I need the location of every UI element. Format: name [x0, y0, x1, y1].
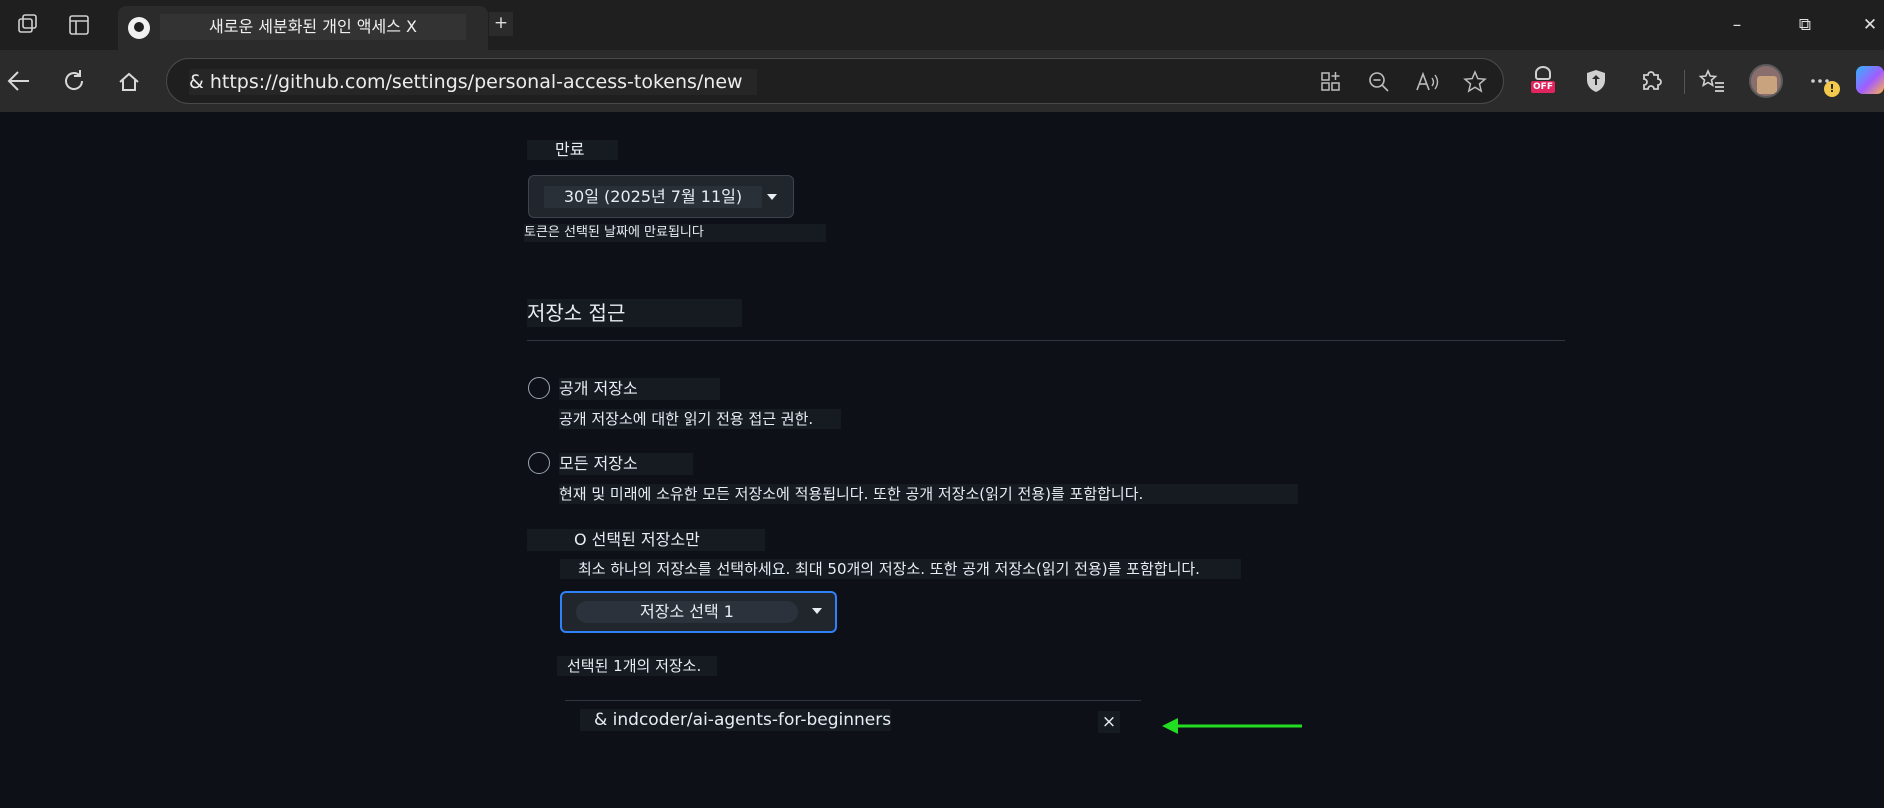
favorites-icon[interactable] [1697, 66, 1727, 96]
extensions-puzzle-icon[interactable] [1636, 66, 1666, 96]
favorite-star-icon[interactable] [1462, 69, 1488, 95]
zoom-out-icon[interactable] [1366, 69, 1392, 95]
repo-list-divider [565, 700, 1141, 701]
vertical-tabs-icon[interactable] [66, 12, 92, 38]
selected-repo-item: & indcoder/ai-agents-for-beginners [580, 709, 891, 731]
page-content: 만료 30일 (2025년 7월 11일) 토큰은 선택된 날짜에 만료됩니다 … [0, 112, 1884, 808]
restore-button[interactable]: ⧉ [1785, 10, 1825, 40]
github-icon [128, 17, 150, 39]
remove-repo-button[interactable]: × [1098, 711, 1120, 733]
select-repositories-label: 저장소 선택 1 [576, 601, 798, 623]
option-selected-desc: 최소 하나의 저장소를 선택하세요. 최대 50개의 저장소. 또한 공개 저장… [560, 559, 1241, 579]
caret-down-icon [767, 194, 777, 200]
expiration-help-text: 토큰은 선택된 날짜에 만료됩니다 [524, 224, 826, 242]
section-divider [527, 340, 1565, 341]
tab-title: 새로운 세분화된 개인 액세스 X [160, 14, 466, 40]
repository-access-heading: 저장소 접근 [527, 299, 742, 327]
copilot-icon[interactable] [1856, 66, 1884, 94]
radio-public-repos[interactable] [528, 377, 550, 399]
next-section-heading-cut [527, 794, 687, 808]
caret-down-icon [812, 608, 822, 614]
selected-count-text: 선택된 1개의 저장소. [557, 656, 717, 676]
expiration-value: 30일 (2025년 7월 11일) [544, 186, 762, 208]
warning-badge: ! [1824, 81, 1840, 97]
option-public-label[interactable]: 공개 저장소 [559, 378, 720, 400]
select-repositories-button[interactable]: 저장소 선택 1 [560, 591, 837, 633]
radio-all-repos[interactable] [528, 452, 550, 474]
option-all-desc: 현재 및 미래에 소유한 모든 저장소에 적용됩니다. 또한 공개 저장소(읽기… [559, 484, 1298, 504]
browser-toolbar: & https://github.com/settings/personal-a… [0, 50, 1884, 112]
option-selected-label[interactable]: O 선택된 저장소만 [527, 529, 765, 551]
refresh-icon[interactable] [59, 66, 89, 96]
read-aloud-icon[interactable] [1414, 69, 1440, 95]
extension-off-icon[interactable]: OFF [1531, 66, 1555, 94]
shield-icon[interactable] [1581, 66, 1611, 96]
option-all-label[interactable]: 모든 저장소 [559, 453, 693, 475]
profile-avatar[interactable] [1749, 64, 1783, 98]
active-tab[interactable]: 새로운 세분화된 개인 액세스 X [118, 6, 488, 50]
expiration-select[interactable]: 30일 (2025년 7월 11일) [528, 175, 794, 218]
browser-tab-bar: 새로운 세분화된 개인 액세스 X + – ⧉ ✕ [0, 0, 1884, 50]
close-button[interactable]: ✕ [1856, 10, 1884, 40]
url-text[interactable]: & https://github.com/settings/personal-a… [189, 69, 757, 95]
new-tab-button[interactable]: + [489, 12, 513, 36]
minimize-button[interactable]: – [1717, 10, 1757, 40]
workspaces-icon[interactable] [14, 12, 40, 38]
home-icon[interactable] [114, 66, 144, 96]
toolbar-separator [1684, 70, 1685, 94]
expiration-label: 만료 [527, 140, 618, 160]
option-public-desc: 공개 저장소에 대한 읽기 전용 접근 권한. [559, 409, 841, 429]
back-icon[interactable] [4, 66, 34, 96]
address-bar[interactable]: & https://github.com/settings/personal-a… [166, 58, 1504, 104]
app-available-icon[interactable] [1318, 69, 1344, 95]
annotation-arrow-icon [1162, 718, 1302, 734]
